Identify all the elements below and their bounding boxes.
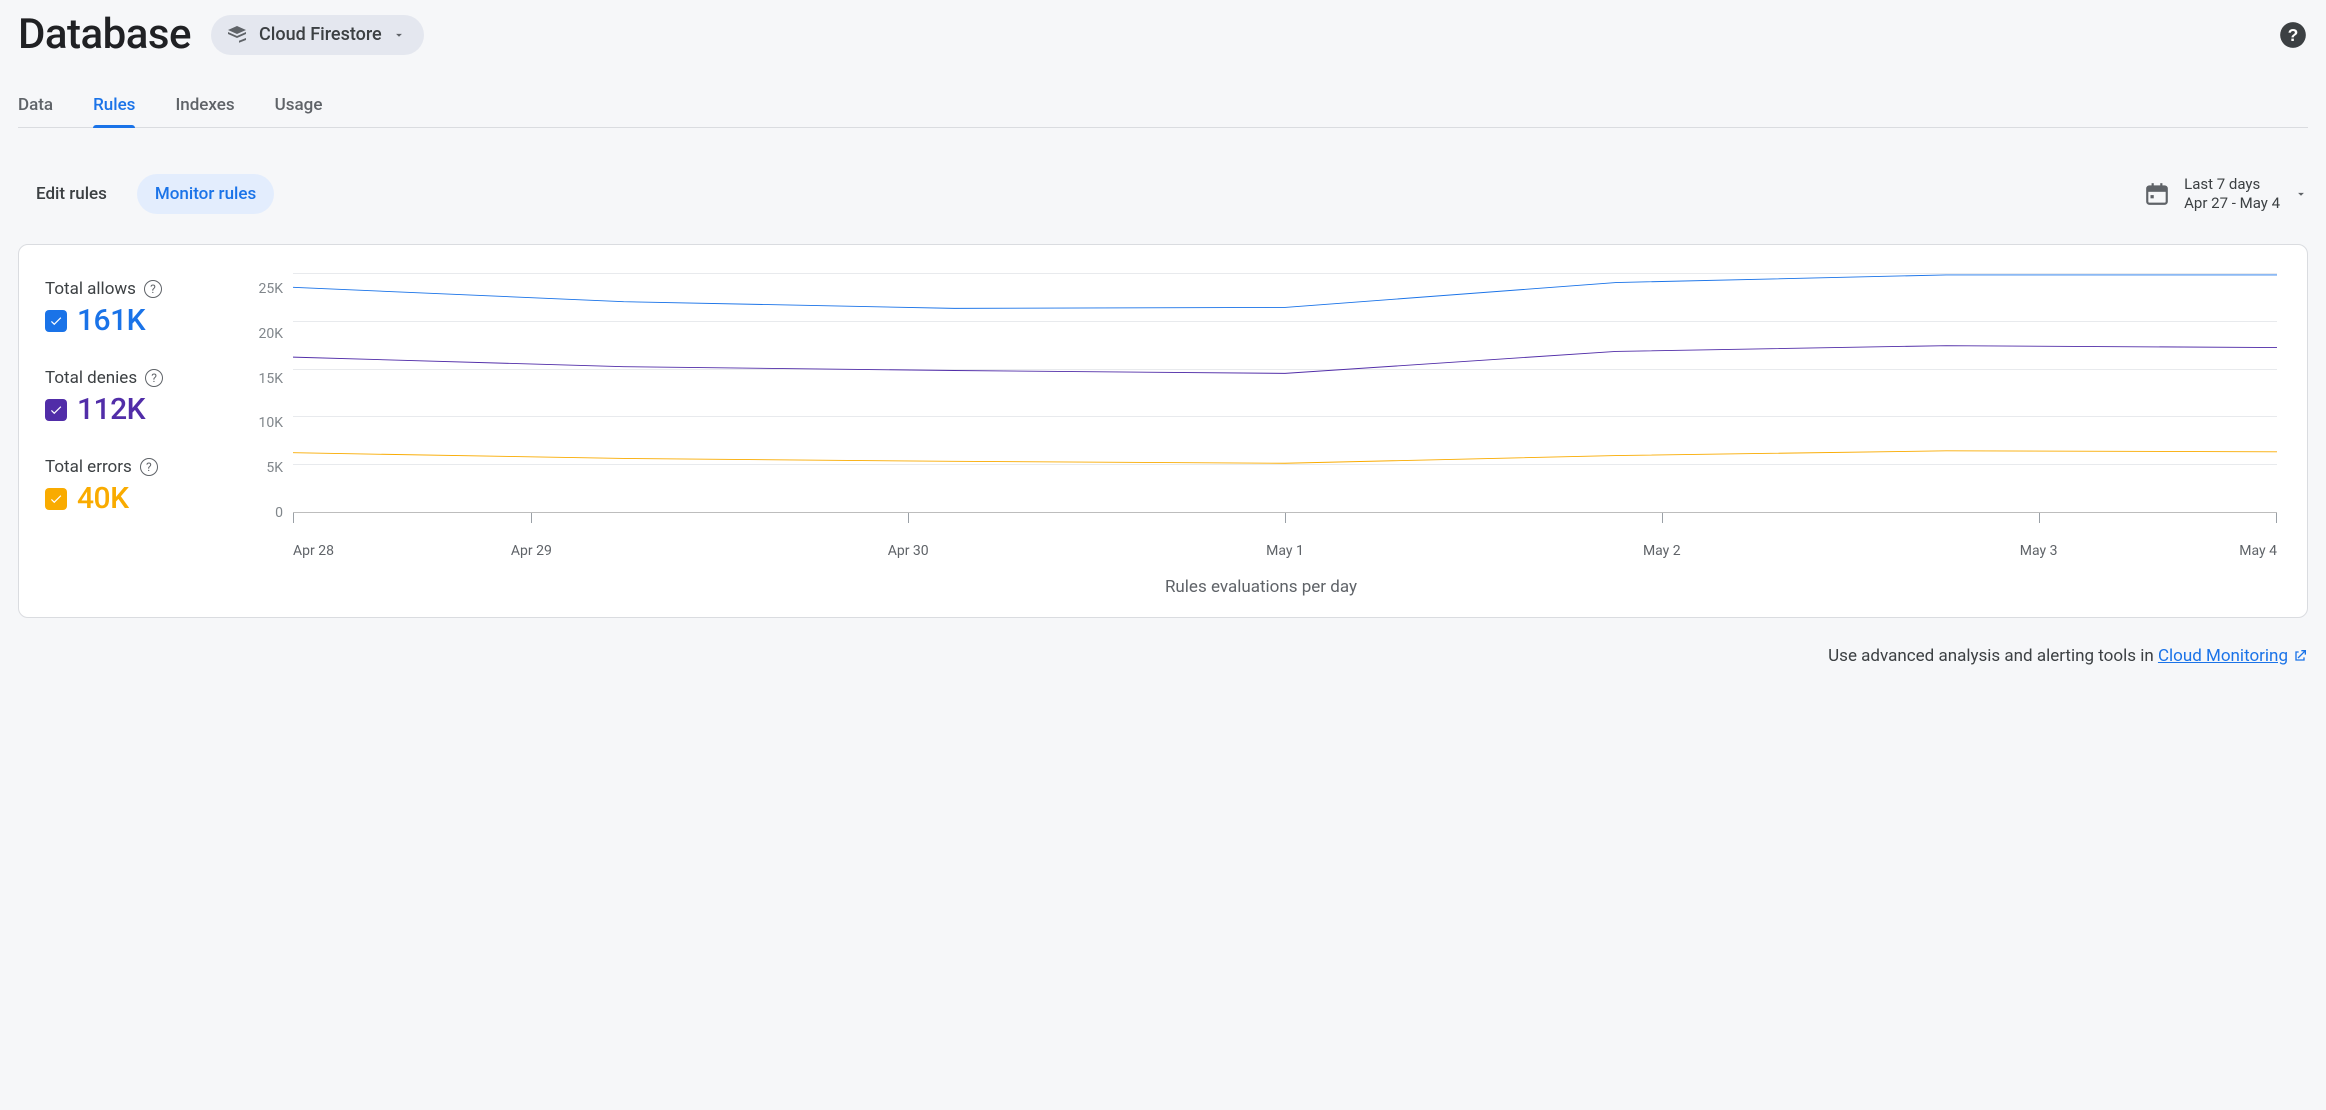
y-tick: 15K bbox=[258, 371, 283, 387]
page-title: Database bbox=[18, 10, 191, 59]
x-axis-ticks: Apr 28Apr 29Apr 30May 1May 2May 3May 4 bbox=[293, 533, 2277, 559]
cloud-monitoring-link[interactable]: Cloud Monitoring bbox=[2158, 646, 2308, 666]
x-tick: May 1 bbox=[1097, 533, 1474, 559]
metric-errors-label: Total errors bbox=[45, 457, 132, 477]
help-icon[interactable]: ? bbox=[2278, 20, 2308, 50]
y-tick: 25K bbox=[258, 281, 283, 297]
date-range-label: Last 7 days bbox=[2184, 175, 2280, 194]
toggle-denies[interactable] bbox=[45, 399, 67, 421]
subtab-edit-rules[interactable]: Edit rules bbox=[18, 174, 125, 214]
footer-prefix: Use advanced analysis and alerting tools… bbox=[1828, 646, 2158, 666]
info-icon[interactable]: ? bbox=[144, 280, 162, 298]
x-tick: Apr 28 bbox=[293, 533, 343, 559]
chevron-down-icon bbox=[392, 28, 406, 42]
chip-label: Cloud Firestore bbox=[259, 24, 382, 45]
x-tick: May 2 bbox=[1473, 533, 1850, 559]
tab-data[interactable]: Data bbox=[18, 87, 53, 127]
metric-allows: Total allows ? 161K bbox=[45, 279, 215, 338]
chart-plot-area bbox=[293, 273, 2277, 513]
chart-caption: Rules evaluations per day bbox=[241, 577, 2281, 597]
date-range-picker[interactable]: Last 7 days Apr 27 - May 4 bbox=[2144, 175, 2308, 213]
metric-errors: Total errors ? 40K bbox=[45, 457, 215, 516]
x-tick: May 4 bbox=[2227, 533, 2277, 559]
footer-note: Use advanced analysis and alerting tools… bbox=[18, 646, 2308, 666]
toggle-allows[interactable] bbox=[45, 310, 67, 332]
toggle-errors[interactable] bbox=[45, 488, 67, 510]
y-tick: 5K bbox=[266, 460, 283, 476]
metric-denies: Total denies ? 112K bbox=[45, 368, 215, 427]
y-axis-ticks: 25K 20K 15K 10K 5K 0 bbox=[241, 273, 289, 513]
external-link-icon bbox=[2292, 648, 2308, 664]
subtab-monitor-rules[interactable]: Monitor rules bbox=[137, 174, 274, 214]
y-tick: 10K bbox=[258, 415, 283, 431]
firestore-icon bbox=[225, 23, 249, 47]
info-icon[interactable]: ? bbox=[140, 458, 158, 476]
x-tick: Apr 29 bbox=[343, 533, 720, 559]
tab-rules[interactable]: Rules bbox=[93, 87, 135, 127]
metric-errors-value: 40K bbox=[77, 481, 129, 516]
metric-allows-label: Total allows bbox=[45, 279, 136, 299]
info-icon[interactable]: ? bbox=[145, 369, 163, 387]
rules-chart-card: Total allows ? 161K Total denies ? bbox=[18, 244, 2308, 618]
x-tick: May 3 bbox=[1850, 533, 2227, 559]
calendar-icon bbox=[2144, 181, 2170, 207]
metric-denies-label: Total denies bbox=[45, 368, 137, 388]
database-type-chip[interactable]: Cloud Firestore bbox=[211, 15, 424, 55]
svg-text:?: ? bbox=[2288, 24, 2299, 44]
y-tick: 0 bbox=[275, 505, 283, 521]
tab-usage[interactable]: Usage bbox=[275, 87, 323, 127]
y-tick: 20K bbox=[258, 326, 283, 342]
chevron-down-icon bbox=[2294, 187, 2308, 201]
metric-denies-value: 112K bbox=[77, 392, 145, 427]
main-tabs: Data Rules Indexes Usage bbox=[18, 87, 2308, 128]
date-range-value: Apr 27 - May 4 bbox=[2184, 194, 2280, 213]
chart-legend: Total allows ? 161K Total denies ? bbox=[45, 273, 215, 597]
rules-chart: 25K 20K 15K 10K 5K 0 Apr 28Apr 29Apr 30M… bbox=[241, 273, 2281, 597]
tab-indexes[interactable]: Indexes bbox=[175, 87, 234, 127]
metric-allows-value: 161K bbox=[77, 303, 145, 338]
x-tick: Apr 30 bbox=[720, 533, 1097, 559]
